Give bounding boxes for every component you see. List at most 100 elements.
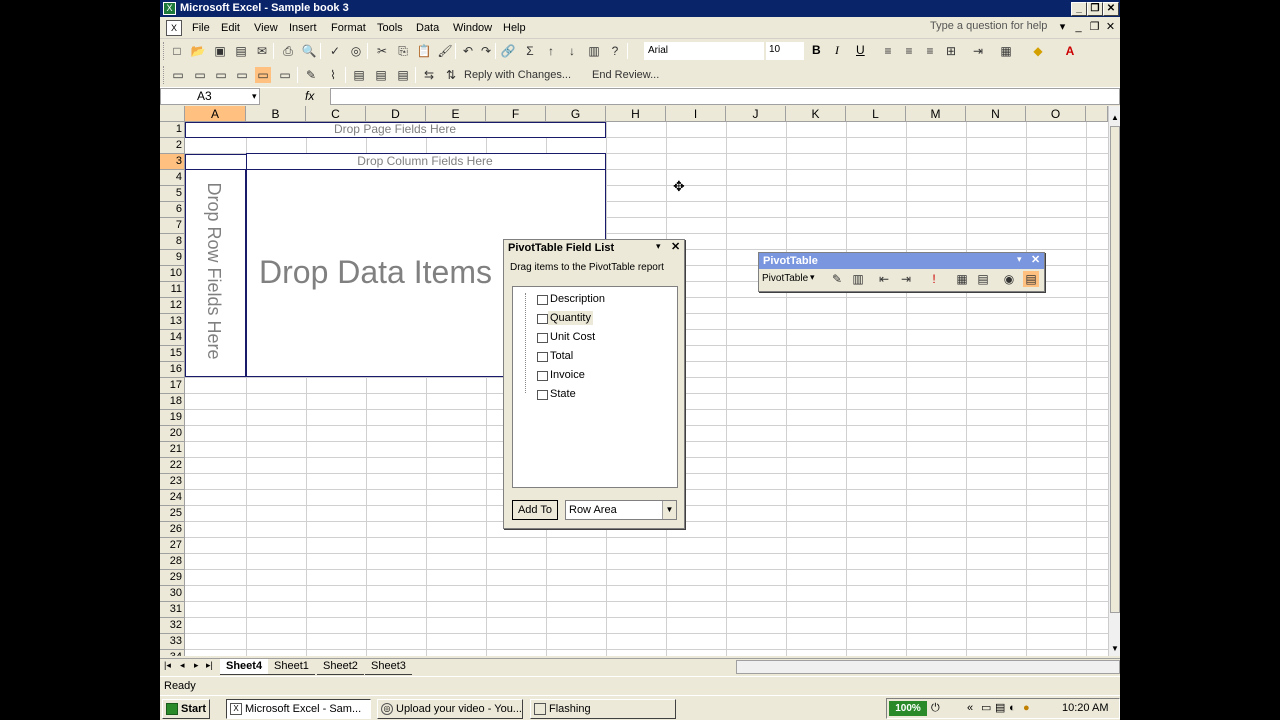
pivot-toolbar-close-icon[interactable]: ✕ [1031, 253, 1040, 266]
tray-app-icon[interactable]: ▭ [981, 699, 991, 718]
row-header[interactable]: 31 [160, 602, 185, 618]
close-button[interactable]: ✕ [1103, 2, 1119, 16]
workbook-icon[interactable]: X [166, 20, 182, 36]
tray-app2-icon[interactable]: ● [1023, 699, 1030, 718]
row-header[interactable]: 24 [160, 490, 185, 506]
row-header[interactable]: 28 [160, 554, 185, 570]
scroll-down-icon[interactable]: ▼ [1110, 644, 1120, 654]
row-header[interactable]: 32 [160, 618, 185, 634]
scroll-thumb[interactable] [1110, 126, 1120, 613]
compare-icon[interactable]: ▤ [395, 67, 411, 83]
column-header[interactable]: E [426, 106, 486, 122]
research-icon[interactable]: ◎ [348, 43, 364, 59]
field-item-quantity[interactable]: Quantity [548, 311, 593, 325]
save-icon[interactable]: ▣ [212, 43, 228, 59]
borders-icon[interactable]: ▦ [998, 43, 1014, 59]
show-field-list-icon[interactable]: ▤ [1023, 271, 1039, 287]
next-sheet-icon[interactable]: ▸ [194, 660, 199, 671]
zoom-indicator[interactable]: 100% [889, 701, 927, 716]
row-header[interactable]: 9 [160, 250, 185, 266]
task-excel[interactable]: X Microsoft Excel - Sam... [226, 699, 371, 719]
column-header[interactable]: A [185, 106, 246, 122]
row-fields-zone[interactable]: Drop Row Fields Here [185, 170, 246, 377]
menu-tools[interactable]: Tools [377, 21, 403, 35]
new-comment-icon[interactable]: ▭ [192, 67, 208, 83]
redo-icon[interactable]: ↷ [478, 43, 494, 59]
row-header[interactable]: 6 [160, 202, 185, 218]
merge-workbooks-icon[interactable]: ▤ [373, 67, 389, 83]
pivottable-menu-dropdown-icon[interactable]: ▾ [810, 272, 815, 283]
chart-wizard-icon[interactable]: ▥ [586, 43, 602, 59]
edit-comment-icon[interactable]: ▭ [213, 67, 229, 83]
hyperlink-icon[interactable]: 🔗 [500, 43, 516, 59]
chart-wizard-icon[interactable]: ▥ [850, 271, 866, 287]
underline-button[interactable]: U [856, 43, 865, 57]
field-item-unit-cost[interactable]: Unit Cost [550, 330, 595, 344]
sheet-tab-sheet3[interactable]: Sheet3 [365, 659, 412, 675]
toolbar-grip[interactable] [163, 42, 166, 60]
row-header[interactable]: 14 [160, 330, 185, 346]
merge-center-icon[interactable]: ⊞ [943, 43, 959, 59]
align-left-icon[interactable]: ≡ [880, 43, 896, 59]
page-fields-zone[interactable]: Drop Page Fields Here [185, 122, 606, 138]
format-painter-icon[interactable]: 🖌 [437, 43, 453, 59]
area-select[interactable]: Row Area ▼ [565, 500, 677, 520]
sort-ascending-icon[interactable]: ↑ [543, 43, 559, 59]
column-header[interactable]: K [786, 106, 846, 122]
ink-icon[interactable]: ⌇ [325, 67, 341, 83]
menu-insert[interactable]: Insert [289, 21, 317, 35]
start-button[interactable]: Start [162, 699, 210, 719]
field-checkbox[interactable] [537, 371, 548, 381]
indent-icon[interactable]: ⇥ [970, 43, 986, 59]
undo-icon[interactable]: ↶ [460, 43, 476, 59]
reject-changes-icon[interactable]: ⇅ [443, 67, 459, 83]
column-header[interactable]: J [726, 106, 786, 122]
row-header[interactable]: 17 [160, 378, 185, 394]
row-header[interactable]: 21 [160, 442, 185, 458]
row-header[interactable]: 1 [160, 122, 185, 138]
row-header[interactable]: 4 [160, 170, 185, 186]
row-header[interactable]: 11 [160, 282, 185, 298]
field-item-invoice[interactable]: Invoice [550, 368, 585, 382]
sheet-tab-sheet4[interactable]: Sheet4 [220, 659, 269, 675]
field-list-box[interactable]: Description Quantity Unit Cost Total Inv… [512, 286, 678, 488]
prev-sheet-icon[interactable]: ◂ [180, 660, 185, 671]
field-checkbox[interactable] [537, 352, 548, 362]
font-size-field[interactable]: 10 [766, 42, 804, 60]
pivottable-menu-button[interactable]: PivotTable [762, 273, 808, 284]
workbook-minimize-button[interactable]: _ [1072, 21, 1085, 34]
open-icon[interactable]: 📂 [190, 43, 206, 59]
include-hidden-items-icon[interactable]: ▦ [954, 271, 970, 287]
row-header[interactable]: 27 [160, 538, 185, 554]
column-header[interactable]: G [546, 106, 606, 122]
vertical-scrollbar[interactable]: ▲ ▼ [1108, 106, 1120, 656]
delete-comment-icon[interactable]: ✎ [303, 67, 319, 83]
field-checkbox[interactable] [537, 333, 548, 343]
power-icon[interactable]: ⏻ [931, 699, 940, 718]
row-header[interactable]: 26 [160, 522, 185, 538]
row-header[interactable]: 23 [160, 474, 185, 490]
end-review-button[interactable]: End Review... [592, 69, 659, 81]
show-comment-icon[interactable]: ▭ [255, 67, 271, 83]
volume-icon[interactable]: ◐ [1009, 699, 1016, 718]
row-header[interactable]: 10 [160, 266, 185, 282]
align-center-icon[interactable]: ≡ [901, 43, 917, 59]
column-header[interactable]: I [666, 106, 726, 122]
row-header[interactable]: 5 [160, 186, 185, 202]
column-header[interactable]: H [606, 106, 666, 122]
previous-comment-icon[interactable]: ▭ [234, 67, 250, 83]
email-icon[interactable]: ✉ [254, 43, 270, 59]
folder-icon[interactable]: ▭ [170, 67, 186, 83]
workbook-restore-button[interactable]: ❐ [1088, 21, 1101, 34]
paste-icon[interactable]: 📋 [416, 43, 432, 59]
column-header[interactable]: N [966, 106, 1026, 122]
row-header[interactable]: 19 [160, 410, 185, 426]
menu-window[interactable]: Window [453, 21, 492, 35]
column-fields-zone[interactable]: Drop Column Fields Here [246, 153, 606, 170]
row-header[interactable]: 18 [160, 394, 185, 410]
add-to-button[interactable]: Add To [512, 500, 558, 520]
new-icon[interactable]: □ [169, 43, 185, 59]
bold-button[interactable]: B [812, 43, 821, 57]
row-header[interactable]: 20 [160, 426, 185, 442]
help-icon[interactable]: ? [607, 43, 623, 59]
